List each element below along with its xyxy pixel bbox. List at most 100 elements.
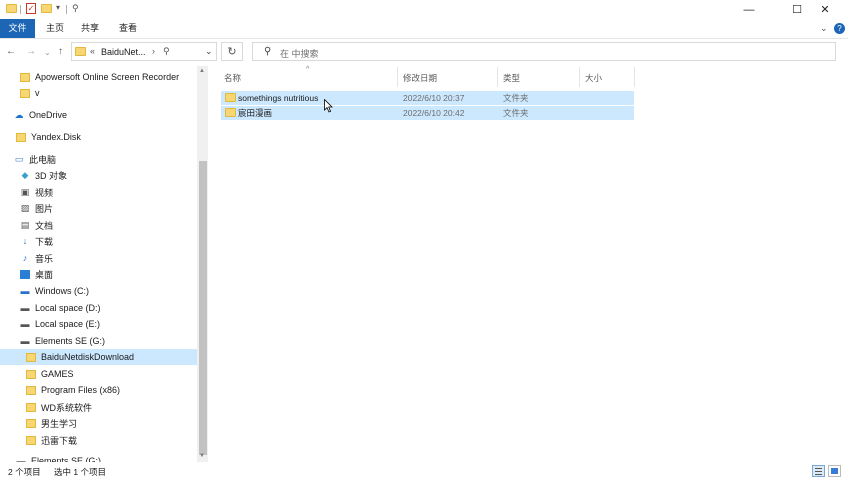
recent-chevron-icon[interactable]: ⌄	[44, 48, 51, 57]
sidebar-item[interactable]: ◆ 3D 对象	[0, 167, 197, 183]
column-header-date[interactable]: 修改日期	[403, 72, 437, 84]
sidebar-item-label: Yandex.Disk	[31, 132, 81, 142]
file-name: 宸田漫画	[238, 108, 273, 118]
file-type: 文件夹	[503, 93, 529, 103]
cube-icon: ◆	[21, 169, 29, 180]
file-date: 2022/6/10 20:37	[403, 93, 465, 103]
file-row[interactable]: 宸田漫画 2022/6/10 20:42 文件夹	[221, 106, 634, 120]
video-icon: ▣	[20, 186, 30, 197]
column-divider[interactable]	[397, 67, 398, 87]
file-row[interactable]: somethings nutritious 2022/6/10 20:37 文件…	[221, 91, 634, 105]
sidebar-item[interactable]: v	[0, 85, 197, 101]
help-icon[interactable]: ?	[834, 23, 845, 34]
sidebar-item[interactable]: GAMES	[0, 366, 197, 382]
search-placeholder: 在 中搜索	[280, 49, 319, 59]
sidebar-item-label: 文档	[35, 220, 54, 231]
sidebar-item[interactable]: ☁ OneDrive	[0, 107, 197, 123]
column-divider[interactable]	[634, 67, 635, 87]
refresh-button[interactable]: ↻	[221, 42, 243, 61]
new-folder-icon[interactable]	[41, 4, 52, 13]
folder-icon	[225, 93, 236, 102]
breadcrumb-item[interactable]: BaiduNet...	[101, 47, 146, 57]
sidebar-item[interactable]: WD系统软件	[0, 399, 197, 415]
sidebar-item[interactable]: ♪ 音乐	[0, 250, 197, 266]
search-box[interactable]: ⚲ 在 中搜索	[252, 42, 836, 61]
tab-home[interactable]: 主页	[39, 19, 71, 38]
column-header-name[interactable]: 名称	[224, 72, 241, 84]
sidebar-item[interactable]: ▭ 此电脑	[0, 151, 197, 167]
sidebar-item[interactable]: BaiduNetdiskDownload	[0, 349, 197, 365]
sidebar-item[interactable]: ▨ 图片	[0, 200, 197, 216]
sidebar-item[interactable]: ▬ Local space (D:)	[0, 300, 197, 316]
scroll-down-icon[interactable]: ▼	[199, 453, 205, 459]
minimize-button[interactable]: —	[726, 0, 772, 19]
cloud-icon: ☁	[14, 109, 24, 120]
tab-view[interactable]: 查看	[112, 19, 144, 38]
separator	[20, 5, 21, 14]
sidebar-item[interactable]: Apowersoft Online Screen Recorder	[0, 69, 197, 85]
sidebar-item[interactable]: ▬ Elements SE (G:)	[0, 453, 197, 462]
search-icon: ⚲	[264, 46, 272, 57]
title-bar: ✓ ▾ ⚲ — ☐ ✕	[0, 0, 848, 19]
large-icons-view-icon[interactable]	[828, 465, 841, 477]
sidebar-item-label: 此电脑	[29, 154, 57, 165]
selected-count: 选中 1 个项目	[54, 467, 106, 477]
sidebar-item-label: Program Files (x86)	[41, 385, 121, 395]
folder-icon	[26, 385, 36, 395]
details-view-icon[interactable]	[812, 465, 825, 477]
item-count: 2 个项目	[8, 467, 41, 477]
sidebar-item[interactable]: ▬ Windows (C:)	[0, 283, 197, 299]
windows-drive-icon: ▬	[20, 286, 30, 296]
folder-icon	[20, 88, 30, 98]
scrollbar-thumb[interactable]	[199, 161, 207, 455]
sidebar-item[interactable]: ▣ 视频	[0, 184, 197, 200]
properties-icon[interactable]: ✓	[26, 3, 36, 14]
close-button[interactable]: ✕	[802, 0, 848, 19]
address-bar[interactable]: « BaiduNet... › ⚲ ⌄	[71, 42, 217, 61]
sidebar-item[interactable]: ▤ 文档	[0, 217, 197, 233]
overflow-chevron[interactable]: «	[90, 46, 95, 56]
file-type: 文件夹	[503, 108, 529, 118]
sidebar-item[interactable]: Yandex.Disk	[0, 129, 197, 145]
tab-file[interactable]: 文件	[0, 19, 35, 38]
sidebar-item[interactable]: 男生学习	[0, 415, 197, 431]
column-divider[interactable]	[497, 67, 498, 87]
sidebar-item-label: BaiduNetdiskDownload	[41, 352, 135, 362]
sidebar-item-label: GAMES	[41, 369, 74, 379]
forward-arrow-icon[interactable]: →	[26, 46, 36, 57]
document-icon: ▤	[20, 219, 30, 230]
navigation-pane: Apowersoft Online Screen Recorder v ☁ OneDr…	[0, 66, 208, 462]
back-arrow-icon[interactable]: ←	[6, 46, 16, 57]
folder-icon	[26, 369, 36, 379]
column-divider[interactable]	[579, 67, 580, 87]
sidebar-item-label: 下载	[35, 236, 54, 247]
folder-icon	[6, 4, 17, 13]
sidebar-item[interactable]: ▬ Elements SE (G:)	[0, 333, 197, 349]
sidebar-item[interactable]: Program Files (x86)	[0, 382, 197, 398]
sidebar-item-label: 视频	[35, 187, 54, 198]
breadcrumb-separator[interactable]: ›	[152, 46, 155, 56]
sidebar-item-label: 3D 对象	[35, 170, 68, 181]
customize-toolbar-icon[interactable]: ▾	[56, 3, 60, 12]
column-header-type[interactable]: 类型	[503, 72, 520, 84]
sidebar-item-label: 图片	[35, 203, 54, 214]
up-arrow-icon[interactable]: ↑	[58, 46, 63, 57]
music-icon: ♪	[22, 253, 28, 263]
folder-icon	[26, 418, 36, 428]
refresh-icon: ↻	[227, 46, 237, 58]
sidebar-item-label: v	[35, 88, 40, 98]
sidebar-item[interactable]: ▬ Local space (E:)	[0, 316, 197, 332]
tab-share[interactable]: 共享	[74, 19, 106, 38]
sort-ascending-icon: ^	[306, 66, 310, 73]
sidebar-item[interactable]: ↓ 下载	[0, 233, 197, 249]
sidebar-item[interactable]: 迅雷下载	[0, 432, 197, 448]
folder-icon	[20, 72, 30, 82]
folder-icon	[75, 47, 86, 56]
sidebar-item-label: 桌面	[35, 269, 54, 280]
column-header-size[interactable]: 大小	[585, 72, 602, 84]
drive-icon: ▬	[20, 319, 30, 329]
scroll-up-icon[interactable]: ▲	[199, 68, 205, 74]
address-dropdown-icon[interactable]: ⌄	[205, 46, 213, 57]
chevron-down-icon[interactable]: ⌄	[820, 23, 828, 34]
sidebar-item[interactable]: 桌面	[0, 266, 197, 282]
